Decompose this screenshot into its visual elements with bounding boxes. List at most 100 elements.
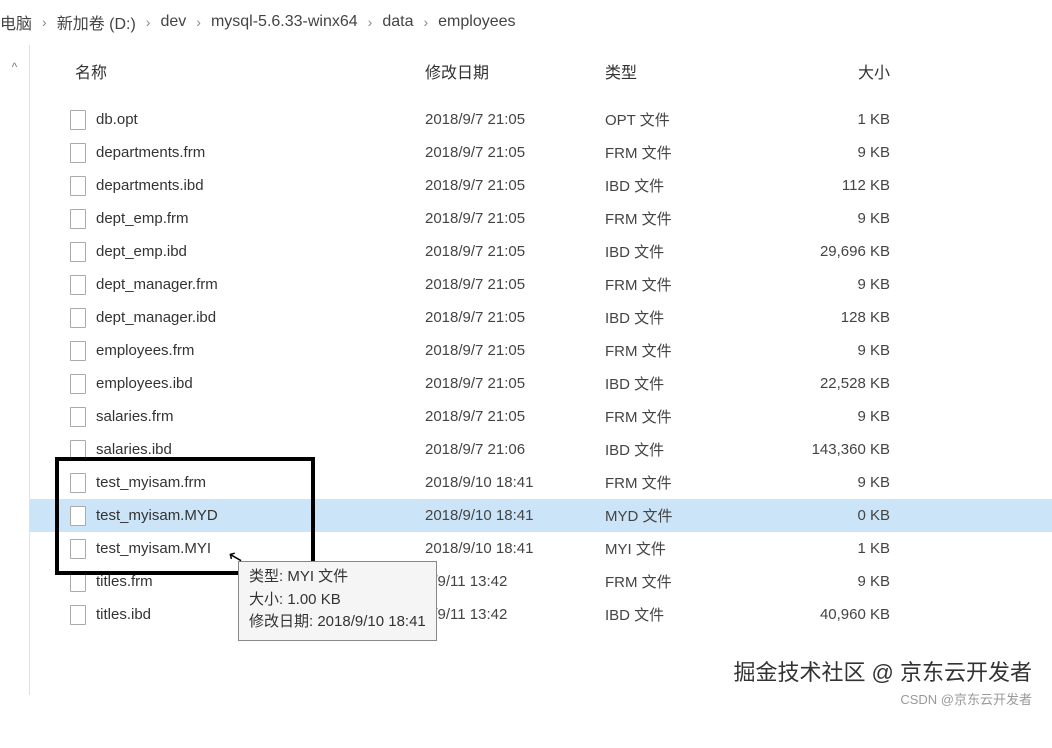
file-row[interactable]: test_myisam.MYD2018/9/10 18:41MYD 文件0 KB	[30, 499, 1052, 532]
file-type: MYI 文件	[605, 538, 780, 559]
file-icon	[70, 407, 86, 427]
file-size: 9 KB	[780, 210, 920, 227]
left-nav-strip: ^	[0, 45, 30, 695]
chevron-right-icon: ›	[146, 14, 151, 30]
file-date: 2018/9/7 21:05	[425, 177, 605, 194]
file-name-label: test_myisam.frm	[96, 474, 206, 491]
file-name-cell[interactable]: test_myisam.MYI	[30, 539, 425, 559]
file-type: FRM 文件	[605, 142, 780, 163]
file-name-label: db.opt	[96, 111, 138, 128]
file-name-cell[interactable]: salaries.frm	[30, 407, 425, 427]
file-date: 2018/9/7 21:05	[425, 144, 605, 161]
file-name-cell[interactable]: dept_manager.ibd	[30, 308, 425, 328]
file-name-cell[interactable]: departments.frm	[30, 143, 425, 163]
file-name-label: employees.frm	[96, 342, 194, 359]
file-row[interactable]: employees.ibd 2018/9/7 21:05IBD 文件22,528 …	[30, 367, 1052, 400]
file-type: IBD 文件	[605, 373, 780, 394]
file-name-cell[interactable]: dept_emp.ibd	[30, 242, 425, 262]
file-type: FRM 文件	[605, 472, 780, 493]
file-name-cell[interactable]: test_myisam.MYD	[30, 506, 425, 526]
file-row[interactable]: test_myisam.MYI 2018/9/10 18:41MYI 文件1 KB	[30, 532, 1052, 565]
file-icon	[70, 473, 86, 493]
file-name-cell[interactable]: db.opt	[30, 110, 425, 130]
file-row[interactable]: salaries.ibd2018/9/7 21:06IBD 文件143,360 …	[30, 433, 1052, 466]
file-date: 2018/9/7 21:05	[425, 111, 605, 128]
file-icon	[70, 572, 86, 592]
file-name-cell[interactable]: test_myisam.frm	[30, 473, 425, 493]
file-name-cell[interactable]: dept_emp.frm	[30, 209, 425, 229]
file-name-label: titles.frm	[96, 573, 153, 590]
header-type[interactable]: 类型	[605, 59, 780, 83]
file-type: IBD 文件	[605, 241, 780, 262]
chevron-right-icon: ›	[423, 14, 428, 30]
file-type: FRM 文件	[605, 571, 780, 592]
file-row[interactable]: titles.frm8/9/11 13:42FRM 文件9 KB	[30, 565, 1052, 598]
file-name-cell[interactable]: departments.ibd	[30, 176, 425, 196]
file-row[interactable]: titles.ibd8/9/11 13:42IBD 文件40,960 KB	[30, 598, 1052, 631]
breadcrumb-item[interactable]: 电脑	[0, 10, 32, 34]
file-type: FRM 文件	[605, 406, 780, 427]
file-size: 1 KB	[780, 111, 920, 128]
chevron-right-icon: ›	[196, 14, 201, 30]
file-name-label: salaries.frm	[96, 408, 174, 425]
file-type: FRM 文件	[605, 208, 780, 229]
file-icon	[70, 605, 86, 625]
breadcrumb-item[interactable]: 新加卷 (D:)	[57, 10, 136, 34]
file-row[interactable]: departments.ibd2018/9/7 21:05IBD 文件112 K…	[30, 169, 1052, 202]
file-name-label: dept_emp.ibd	[96, 243, 187, 260]
breadcrumb-item[interactable]: mysql-5.6.33-winx64	[211, 13, 358, 31]
file-name-label: test_myisam.MYI	[96, 540, 211, 557]
breadcrumb-item[interactable]: employees	[438, 13, 515, 31]
file-date: 2018/9/7 21:05	[425, 342, 605, 359]
file-date: 2018/9/7 21:05	[425, 375, 605, 392]
file-name-cell[interactable]: salaries.ibd	[30, 440, 425, 460]
file-name-label: salaries.ibd	[96, 441, 172, 458]
file-row[interactable]: departments.frm 2018/9/7 21:05FRM 文件9 KB	[30, 136, 1052, 169]
file-name-cell[interactable]: employees.ibd	[30, 374, 425, 394]
file-name-cell[interactable]: employees.frm	[30, 341, 425, 361]
file-row[interactable]: test_myisam.frm2018/9/10 18:41FRM 文件9 KB	[30, 466, 1052, 499]
file-icon	[70, 242, 86, 262]
breadcrumb-item[interactable]: dev	[160, 13, 186, 31]
breadcrumb-item[interactable]: data	[382, 13, 413, 31]
chevron-right-icon: ›	[42, 14, 47, 30]
file-name-label: employees.ibd	[96, 375, 193, 392]
file-type: MYD 文件	[605, 505, 780, 526]
file-row[interactable]: dept_manager.frm2018/9/7 21:05FRM 文件9 KB	[30, 268, 1052, 301]
file-name-label: departments.frm	[96, 144, 205, 161]
tooltip-type: 类型: MYI 文件	[249, 566, 426, 589]
file-size: 9 KB	[780, 474, 920, 491]
file-row[interactable]: dept_emp.ibd2018/9/7 21:05IBD 文件29,696 K…	[30, 235, 1052, 268]
header-date[interactable]: 修改日期	[425, 59, 605, 83]
file-size: 22,528 KB	[780, 375, 920, 392]
file-date: 2018/9/10 18:41	[425, 540, 605, 557]
file-icon	[70, 176, 86, 196]
file-size: 128 KB	[780, 309, 920, 326]
file-row[interactable]: dept_manager.ibd2018/9/7 21:05IBD 文件128 …	[30, 301, 1052, 334]
header-name[interactable]: 名称	[30, 59, 425, 83]
file-row[interactable]: employees.frm2018/9/7 21:05FRM 文件9 KB	[30, 334, 1052, 367]
file-name-cell[interactable]: dept_manager.frm	[30, 275, 425, 295]
file-size: 9 KB	[780, 144, 920, 161]
file-size: 112 KB	[780, 177, 920, 194]
header-size[interactable]: 大小	[780, 59, 920, 83]
file-size: 9 KB	[780, 276, 920, 293]
file-tooltip: 类型: MYI 文件 大小: 1.00 KB 修改日期: 2018/9/10 1…	[238, 561, 437, 641]
caret-up-icon[interactable]: ^	[12, 60, 18, 695]
file-icon	[70, 341, 86, 361]
file-icon	[70, 275, 86, 295]
breadcrumb[interactable]: 电脑 › 新加卷 (D:) › dev › mysql-5.6.33-winx64 › data…	[0, 0, 1052, 45]
file-date: 2018/9/7 21:05	[425, 243, 605, 260]
file-row[interactable]: dept_emp.frm2018/9/7 21:05FRM 文件9 KB	[30, 202, 1052, 235]
column-headers[interactable]: 名称 修改日期 类型 大小	[30, 45, 1052, 103]
file-row[interactable]: salaries.frm2018/9/7 21:05FRM 文件9 KB	[30, 400, 1052, 433]
file-size: 143,360 KB	[780, 441, 920, 458]
file-row[interactable]: db.opt2018/9/7 21:05OPT 文件1 KB	[30, 103, 1052, 136]
file-date: 8/9/11 13:42	[425, 573, 605, 590]
file-size: 1 KB	[780, 540, 920, 557]
file-type: IBD 文件	[605, 604, 780, 625]
file-icon	[70, 110, 86, 130]
file-size: 9 KB	[780, 408, 920, 425]
file-date: 2018/9/7 21:06	[425, 441, 605, 458]
file-name-label: departments.ibd	[96, 177, 204, 194]
